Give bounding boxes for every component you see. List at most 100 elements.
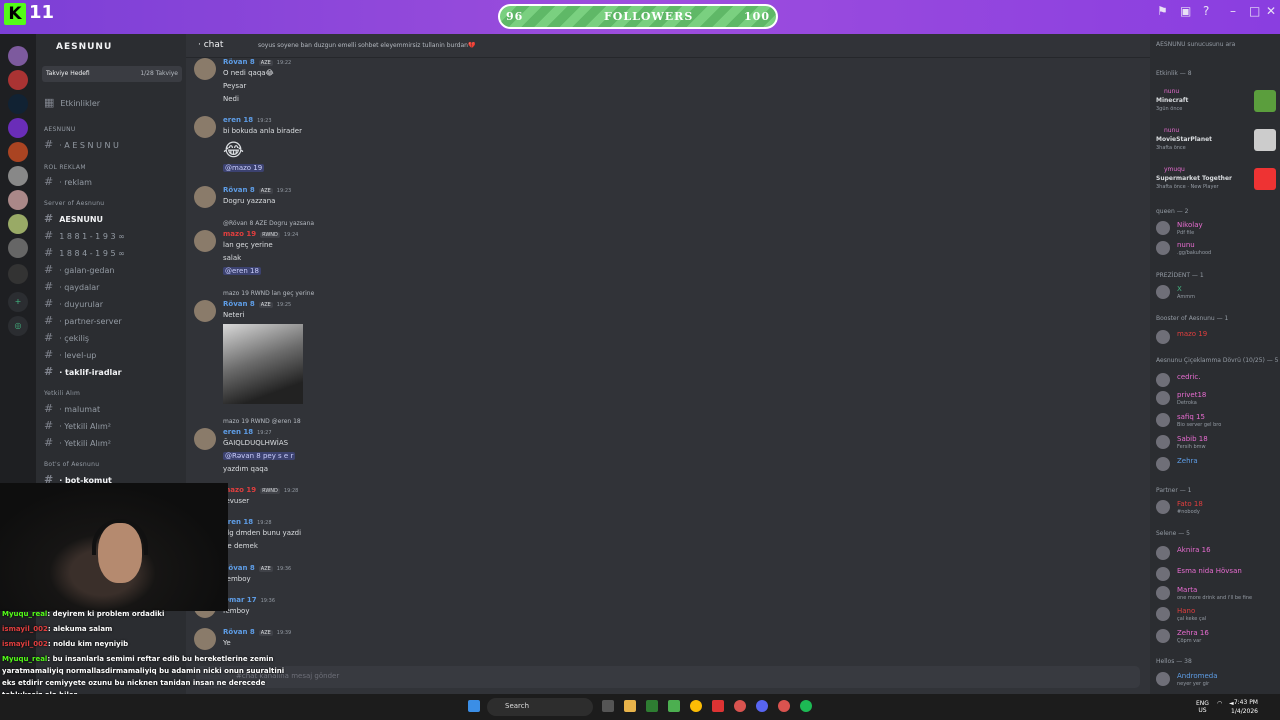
clock[interactable]: 7:43 PM 1/4/2026 (1231, 698, 1258, 716)
server-icon[interactable] (8, 94, 28, 114)
channel-category[interactable]: ROL REKLAM (44, 164, 86, 171)
task-view-icon[interactable] (602, 700, 614, 712)
app-icon[interactable] (712, 700, 724, 712)
app-icon[interactable] (778, 700, 790, 712)
activity-card[interactable]: ymuqu Supermarket Together 3hafta önce · N… (1156, 166, 1276, 196)
boost-goal[interactable]: Takviye Hedefi 1/28 Takviye (42, 66, 182, 82)
channel-item[interactable]: # · malumat (44, 402, 100, 415)
message-input[interactable]: #chat kanalına mesaj gönder (196, 666, 1140, 688)
screen-icon[interactable]: ▣ (1180, 4, 1191, 18)
server-icon[interactable] (8, 190, 28, 210)
events-link[interactable]: ▦ Etkinlikler (44, 96, 100, 109)
discord-icon[interactable] (756, 700, 768, 712)
server-icon[interactable] (8, 118, 28, 138)
channel-item[interactable]: # · galan-gedan (44, 263, 114, 276)
channel-item[interactable]: # · Yetkili Alım² (44, 419, 111, 432)
server-icon[interactable] (8, 46, 28, 66)
reply-preview[interactable]: mazo 19 RWND lan geç yerine (223, 290, 314, 297)
reply-preview[interactable]: mazo 19 RWND @eren 18 (223, 418, 301, 425)
avatar[interactable] (1156, 413, 1170, 427)
member-item[interactable]: Andromeda neyer yer gir (1156, 672, 1276, 690)
avatar[interactable] (1156, 391, 1170, 405)
channel-item[interactable]: # · reklam (44, 175, 92, 188)
chrome-icon[interactable] (690, 700, 702, 712)
member-item[interactable]: Hano çal keke çal (1156, 607, 1276, 625)
avatar[interactable] (194, 116, 216, 138)
server-icon[interactable] (8, 264, 28, 284)
channel-item[interactable]: # · level-up (44, 348, 96, 361)
channel-item[interactable]: # · taklif-iradlar (44, 365, 122, 378)
channel-category[interactable]: AESNUNU (44, 126, 76, 133)
avatar[interactable] (1156, 457, 1170, 471)
explore-icon[interactable]: ◎ (8, 316, 28, 336)
channel-item[interactable]: # · Yetkili Alım² (44, 436, 111, 449)
image-attachment[interactable] (223, 324, 303, 404)
channel-item[interactable]: # · qaydalar (44, 280, 99, 293)
channel-item[interactable]: #1 8 8 1 - 1 9 3 ∞ (44, 229, 125, 242)
member-item[interactable]: Sabib 18 Fersih bmw (1156, 435, 1276, 453)
avatar[interactable] (1156, 500, 1170, 514)
activity-card[interactable]: nunu MovieStarPlanet 3hafta önce (1156, 127, 1276, 157)
username-text[interactable]: eren 18 (223, 428, 253, 436)
inbox-icon[interactable]: ⚑ (1157, 4, 1168, 18)
username[interactable]: Rövan 8 AZE 19:36 (223, 564, 291, 572)
channel-category[interactable]: Server of Aesnunu (44, 200, 104, 207)
wifi-icon[interactable]: ◠ (1217, 700, 1222, 707)
server-icon[interactable] (8, 70, 28, 90)
avatar[interactable] (1156, 221, 1170, 235)
member-item[interactable]: X Ammm (1156, 285, 1276, 303)
username-text[interactable]: eren 18 (223, 116, 253, 124)
spotify-icon[interactable] (800, 700, 812, 712)
avatar[interactable] (1156, 607, 1170, 621)
reply-preview[interactable]: @Rövan 8 AZE Dogru yazsana (223, 220, 314, 227)
avatar[interactable] (194, 300, 216, 322)
avatar[interactable] (1156, 629, 1170, 643)
file-explorer-icon[interactable] (624, 700, 636, 712)
close-icon[interactable]: ✕ (1266, 4, 1276, 18)
app-icon[interactable] (646, 700, 658, 712)
mention[interactable]: @Rəvan 8 pey s e r (223, 452, 296, 460)
channel-category[interactable]: Bot's of Aesnunu (44, 461, 99, 468)
maximize-icon[interactable]: □ (1249, 4, 1260, 18)
server-icon[interactable] (8, 142, 28, 162)
avatar[interactable] (1156, 241, 1170, 255)
server-icon[interactable] (8, 214, 28, 234)
app-icon[interactable] (734, 700, 746, 712)
member-item[interactable]: Aknira 16 (1156, 546, 1276, 564)
channel-item[interactable]: # · partner-server (44, 314, 122, 327)
username[interactable]: eren 18 19:28 (223, 518, 272, 526)
server-name[interactable]: AESNUNU (56, 42, 112, 52)
username[interactable]: Rövan 8 AZE 19:23 (223, 186, 291, 194)
username-text[interactable]: Rövan 8 (223, 186, 255, 194)
username[interactable]: Rövan 8 AZE 19:25 (223, 300, 291, 308)
avatar[interactable] (1156, 330, 1170, 344)
username-text[interactable]: Rövan 8 (223, 300, 255, 308)
username[interactable]: eren 18 19:27 (223, 428, 272, 436)
avatar[interactable] (1156, 586, 1170, 600)
avatar[interactable] (1156, 373, 1170, 387)
language-indicator[interactable]: ENG US (1196, 700, 1209, 714)
username[interactable]: mazo 19 RWND 19:28 (223, 486, 298, 494)
member-item[interactable]: Fato 18 #nobody (1156, 500, 1276, 518)
username-text[interactable]: Ömar 17 (223, 596, 257, 604)
server-search[interactable]: AESNUNU sunucusunu ara (1156, 41, 1235, 48)
add-server-icon[interactable]: + (8, 292, 28, 312)
avatar[interactable] (194, 58, 216, 80)
username-text[interactable]: Rövan 8 (223, 58, 255, 66)
username-text[interactable]: Rövan 8 (223, 628, 255, 636)
avatar[interactable] (194, 628, 216, 650)
mention[interactable]: @eren 18 (223, 267, 261, 275)
member-item[interactable]: privet18 Detroka (1156, 391, 1276, 409)
member-item[interactable]: Zehra 16 Çöpm var (1156, 629, 1276, 647)
channel-item[interactable]: # · duyurular (44, 297, 103, 310)
avatar[interactable] (1156, 567, 1170, 581)
username[interactable]: Ömar 17 19:36 (223, 596, 275, 604)
channel-item[interactable]: # · çekiliş (44, 331, 89, 344)
channel-item[interactable]: # AESNUNU (44, 212, 103, 225)
member-item[interactable]: Esma nida Hövsan (1156, 567, 1276, 585)
avatar[interactable] (194, 428, 216, 450)
help-icon[interactable]: ? (1203, 4, 1209, 18)
server-icon[interactable] (8, 166, 28, 186)
username-text[interactable]: mazo 19 (223, 230, 256, 238)
server-icon[interactable] (8, 238, 28, 258)
